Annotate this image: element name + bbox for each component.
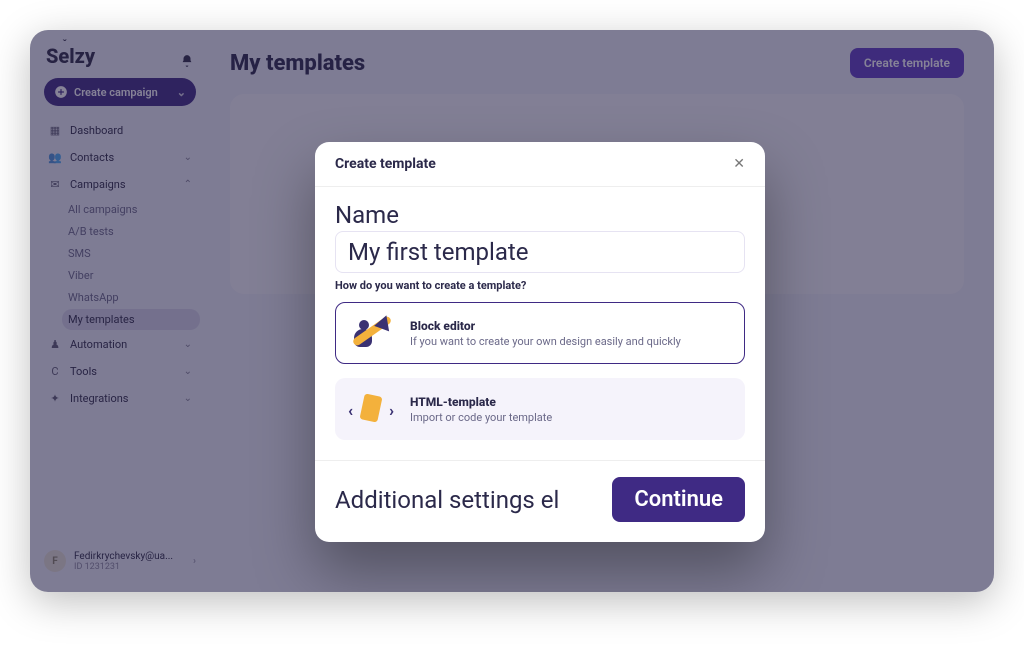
modal-footer: Additional settings el Continue [315,460,765,542]
option-html-template[interactable]: ‹ › HTML-template Import or code your te… [335,378,745,440]
option-block-editor[interactable]: Block editor If you want to create your … [335,302,745,364]
additional-settings-label[interactable]: Additional settings el [335,486,600,514]
close-icon[interactable]: ✕ [733,156,745,172]
name-label: Name [335,201,745,229]
how-create-label: How do you want to create a template? [335,279,745,292]
option-text: Block editor If you want to create your … [410,319,681,348]
option-text: HTML-template Import or code your templa… [410,395,552,424]
modal-header: Create template ✕ [315,142,765,187]
option-desc: If you want to create your own design ea… [410,335,681,348]
block-editor-icon [350,315,394,351]
option-title: Block editor [410,319,681,333]
continue-button[interactable]: Continue [612,477,745,522]
template-name-input[interactable] [335,231,745,273]
option-title: HTML-template [410,395,552,409]
option-desc: Import or code your template [410,411,552,424]
create-template-modal: Create template ✕ Name How do you want t… [315,142,765,542]
html-template-icon: ‹ › [350,391,394,427]
modal-title: Create template [335,156,436,172]
app-window: Seˇlzy Create campaign ⌄ ▦ Dashboard 👥 C… [30,30,994,592]
modal-body: Name How do you want to create a templat… [315,187,765,460]
